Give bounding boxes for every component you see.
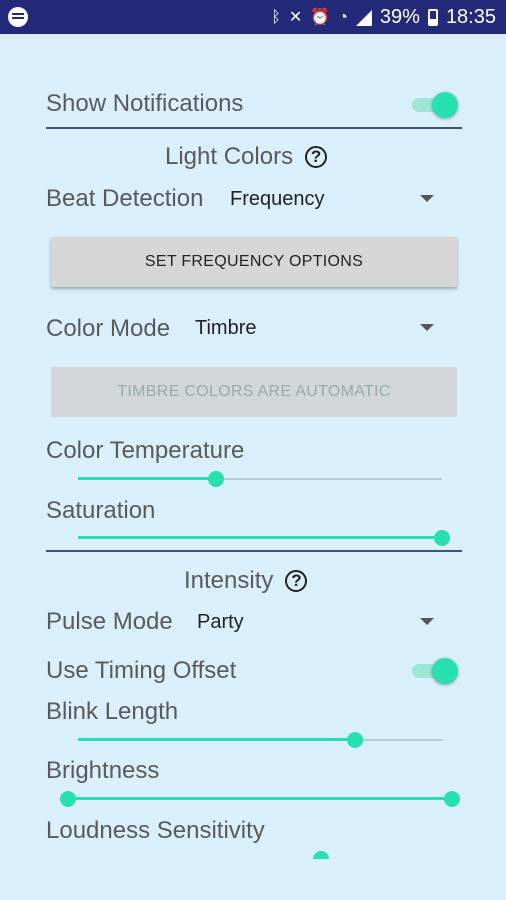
battery-icon	[427, 9, 438, 26]
clock: 18:35	[445, 6, 496, 28]
loudness-slider-thumb-partial[interactable]	[313, 851, 329, 859]
section-divider	[46, 550, 462, 552]
section-divider	[46, 127, 462, 129]
intensity-label: Intensity	[184, 567, 274, 594]
bluetooth-icon: ᛒ	[271, 8, 281, 26]
slider-thumb[interactable]	[347, 732, 363, 748]
saturation-label: Saturation	[46, 497, 156, 524]
mute-icon: ✕	[288, 8, 303, 26]
wifi-icon: ◔	[338, 8, 348, 26]
slider-max-thumb[interactable]	[444, 791, 460, 807]
color-mode-label: Color Mode	[46, 315, 171, 342]
timbre-colors-button: TIMBRE COLORS ARE AUTOMATIC	[51, 367, 457, 417]
toggle-thumb	[432, 658, 458, 684]
slider-thumb[interactable]	[313, 851, 329, 859]
light-colors-label: Light Colors	[165, 143, 294, 170]
slider-fill	[68, 797, 452, 800]
blink-length-slider[interactable]	[78, 730, 442, 750]
brightness-range-slider[interactable]	[60, 789, 460, 809]
use-timing-offset-toggle[interactable]	[410, 658, 458, 684]
toggle-thumb	[432, 92, 458, 118]
cell-signal-icon	[355, 9, 372, 26]
slider-fill	[78, 477, 216, 480]
set-frequency-options-button[interactable]: SET FREQUENCY OPTIONS	[51, 237, 457, 287]
beat-detection-select[interactable]: Frequency	[230, 188, 325, 211]
pulse-mode-label: Pulse Mode	[46, 608, 173, 635]
beat-detection-label: Beat Detection	[46, 185, 204, 212]
status-icons: ᛒ ✕ ⏰ ◔ 39% 18:35	[271, 6, 496, 29]
intensity-title: Intensity ?	[184, 567, 308, 595]
chevron-down-icon[interactable]	[420, 324, 434, 331]
use-timing-offset-label: Use Timing Offset	[46, 657, 237, 684]
status-bar: ᛒ ✕ ⏰ ◔ 39% 18:35	[0, 0, 506, 34]
chevron-down-icon[interactable]	[420, 618, 434, 625]
slider-thumb[interactable]	[208, 471, 224, 487]
show-notifications-label: Show Notifications	[46, 90, 244, 117]
color-mode-select[interactable]: Timbre	[195, 317, 256, 340]
show-notifications-toggle[interactable]	[410, 92, 458, 118]
chevron-down-icon[interactable]	[420, 195, 434, 202]
color-temperature-slider[interactable]	[78, 469, 442, 489]
help-icon[interactable]: ?	[305, 146, 328, 168]
brightness-label: Brightness	[46, 757, 160, 784]
slider-thumb[interactable]	[434, 530, 450, 546]
color-temperature-label: Color Temperature	[46, 437, 245, 464]
slider-fill	[78, 536, 442, 539]
light-colors-title: Light Colors ?	[165, 143, 328, 171]
saturation-slider[interactable]	[78, 528, 450, 548]
app-notification-icon	[8, 7, 28, 27]
pulse-mode-select[interactable]: Party	[197, 611, 244, 634]
blink-length-label: Blink Length	[46, 698, 179, 725]
alarm-icon: ⏰	[310, 8, 331, 26]
slider-fill	[78, 738, 355, 741]
battery-percent: 39%	[379, 6, 420, 28]
loudness-sensitivity-label: Loudness Sensitivity	[46, 817, 265, 844]
slider-min-thumb[interactable]	[60, 791, 76, 807]
help-icon[interactable]: ?	[285, 570, 308, 592]
